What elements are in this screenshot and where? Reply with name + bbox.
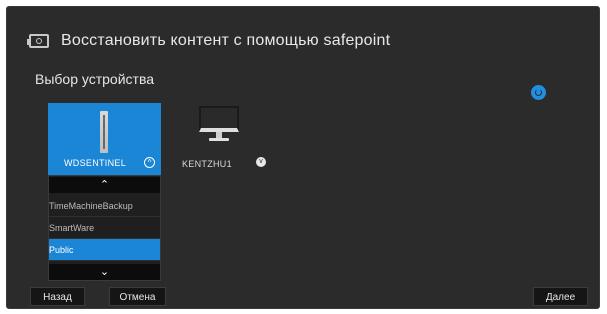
device-tile-wdsentinel[interactable]: WDSENTINEL ^	[48, 103, 161, 175]
drive-restore-icon	[27, 34, 49, 48]
share-item-selected[interactable]: Public	[49, 239, 160, 261]
chevron-down-icon: ⌄	[99, 266, 110, 278]
share-item[interactable]: TimeMachineBackup	[49, 195, 160, 217]
collapse-icon[interactable]: ^	[144, 157, 155, 168]
next-button[interactable]: Далее	[533, 287, 588, 306]
expand-icon[interactable]: v	[256, 157, 266, 167]
refresh-icon[interactable]	[531, 85, 546, 100]
cancel-button[interactable]: Отмена	[109, 287, 166, 306]
device-selection-label: Выбор устройства	[35, 71, 155, 87]
monitor-icon[interactable]	[199, 106, 239, 142]
chevron-up-icon: ⌃	[99, 179, 110, 191]
tower-server-icon	[100, 111, 108, 153]
scroll-up-button[interactable]: ⌃	[49, 177, 160, 193]
share-item[interactable]: SmartWare	[49, 217, 160, 239]
monitor-base	[209, 138, 229, 141]
device-name[interactable]: KENTZHU1	[182, 159, 232, 169]
dialog-header: Восстановить контент с помощью safepoint	[27, 29, 391, 53]
share-list: ⌃ TimeMachineBackup SmartWare Public ⌄	[48, 175, 161, 281]
dialog-title: Восстановить контент с помощью safepoint	[61, 32, 391, 49]
monitor-screen	[199, 106, 239, 132]
back-button[interactable]: Назад	[30, 287, 85, 306]
device-name: WDSENTINEL	[64, 158, 127, 168]
restore-dialog: Восстановить контент с помощью safepoint…	[6, 6, 600, 309]
scroll-down-button[interactable]: ⌄	[49, 264, 160, 280]
